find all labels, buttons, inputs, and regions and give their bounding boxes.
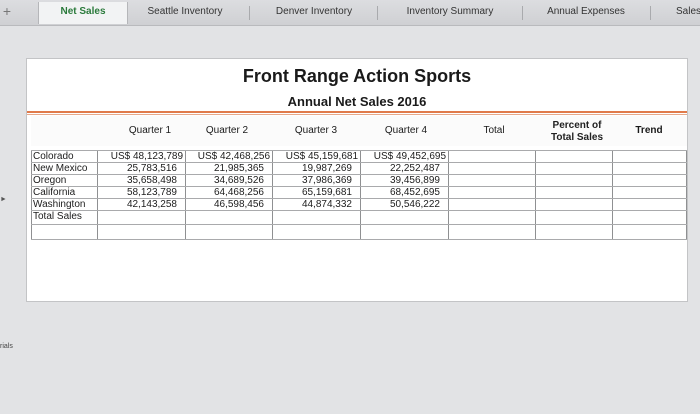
col-line — [31, 150, 32, 240]
cell-oregon-q1[interactable]: 35,658,498 — [99, 175, 177, 186]
cell-new-mexico-q4[interactable]: 22,252,487 — [362, 163, 440, 174]
cell-california-q1[interactable]: 58,123,789 — [99, 187, 177, 198]
cell-colorado-q4[interactable]: US$ 49,452,695 — [362, 151, 446, 162]
tab-seattle-inventory[interactable]: Seattle Inventory — [130, 2, 240, 24]
row-label-colorado[interactable]: Colorado — [33, 151, 74, 162]
tab-separator — [522, 6, 523, 20]
col-line — [272, 150, 273, 240]
header-percent-total: Percent of Total Sales — [537, 120, 617, 144]
row-label-oregon[interactable]: Oregon — [33, 175, 66, 186]
row-label-california[interactable]: California — [33, 187, 75, 198]
cell-new-mexico-q3[interactable]: 19,987,269 — [274, 163, 352, 174]
row-label-total-sales[interactable]: Total Sales — [33, 211, 82, 222]
tab-sales-partial[interactable]: Sales — [676, 2, 700, 24]
header-quarter-1: Quarter 1 — [128, 125, 172, 136]
header-percent-line2: Total Sales — [550, 132, 604, 143]
sheet-tab-bar: + Net Sales Seattle Inventory Denver Inv… — [0, 0, 700, 26]
col-line — [535, 150, 536, 240]
row-label-washington[interactable]: Washington — [33, 199, 85, 210]
cell-washington-q2[interactable]: 46,598,456 — [187, 199, 264, 210]
cell-oregon-q2[interactable]: 34,689,526 — [187, 175, 264, 186]
add-sheet-icon[interactable]: + — [0, 2, 14, 22]
side-arrow-icon: ► — [0, 196, 7, 203]
header-total: Total — [483, 125, 505, 136]
worksheet: Front Range Action Sports Annual Net Sal… — [26, 58, 688, 302]
cell-washington-q1[interactable]: 42,143,258 — [99, 199, 177, 210]
col-line — [360, 150, 361, 240]
title-rule-thin — [27, 114, 687, 115]
tab-separator — [249, 6, 250, 20]
row-line — [31, 239, 687, 240]
cell-washington-q4[interactable]: 50,546,222 — [362, 199, 440, 210]
header-quarter-4: Quarter 4 — [384, 125, 428, 136]
col-line — [97, 150, 98, 240]
col-line — [686, 150, 687, 240]
col-line — [612, 150, 613, 240]
row-line — [31, 210, 687, 211]
cell-washington-q3[interactable]: 44,874,332 — [274, 199, 352, 210]
tab-annual-expenses[interactable]: Annual Expenses — [524, 2, 648, 24]
cell-new-mexico-q2[interactable]: 21,985,365 — [187, 163, 264, 174]
cell-california-q4[interactable]: 68,452,695 — [362, 187, 440, 198]
tab-inventory-summary[interactable]: Inventory Summary — [380, 2, 520, 24]
cell-california-q2[interactable]: 64,468,256 — [187, 187, 264, 198]
row-label-new-mexico[interactable]: New Mexico — [33, 163, 87, 174]
row-line — [31, 224, 687, 225]
sheet-title: Front Range Action Sports — [242, 66, 472, 86]
tab-denver-inventory[interactable]: Denver Inventory — [252, 2, 376, 24]
cell-new-mexico-q1[interactable]: 25,783,516 — [99, 163, 177, 174]
col-line — [448, 150, 449, 240]
tab-separator — [377, 6, 378, 20]
data-table: Colorado US$ 48,123,789 US$ 42,468,256 U… — [31, 150, 687, 240]
cell-colorado-q3[interactable]: US$ 45,159,681 — [274, 151, 358, 162]
cell-colorado-q1[interactable]: US$ 48,123,789 — [99, 151, 183, 162]
header-percent-line1: Percent of — [552, 120, 602, 131]
header-quarter-2: Quarter 2 — [205, 125, 249, 136]
cell-oregon-q4[interactable]: 39,456,899 — [362, 175, 440, 186]
tab-net-sales[interactable]: Net Sales — [38, 2, 128, 24]
side-label: rials — [0, 343, 13, 350]
header-quarter-3: Quarter 3 — [294, 125, 338, 136]
cell-oregon-q3[interactable]: 37,986,369 — [274, 175, 352, 186]
sheet-subtitle: Annual Net Sales 2016 — [287, 94, 427, 109]
header-trend: Trend — [635, 125, 663, 136]
cell-colorado-q2[interactable]: US$ 42,468,256 — [187, 151, 270, 162]
col-line — [185, 150, 186, 240]
cell-california-q3[interactable]: 65,159,681 — [274, 187, 352, 198]
title-rule — [27, 111, 687, 113]
tab-separator — [650, 6, 651, 20]
